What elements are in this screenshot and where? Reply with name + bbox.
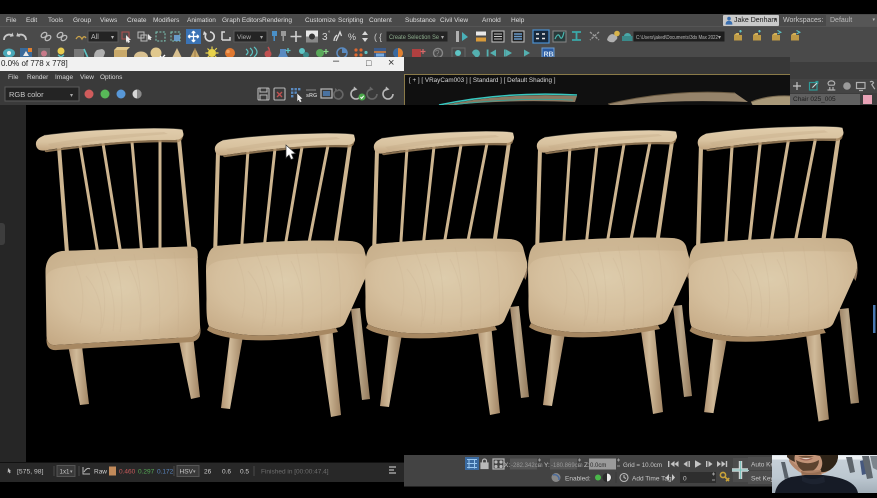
svg-text:Y:: Y: (544, 462, 550, 469)
svg-text:26: 26 (204, 469, 212, 476)
svg-text:-282.342cm: -282.342cm (511, 463, 543, 469)
svg-text:Add Time Tag: Add Time Tag (632, 476, 672, 483)
svg-text:▾: ▾ (260, 35, 263, 41)
svg-text:All: All (91, 34, 99, 41)
svg-text:{: { (379, 32, 382, 42)
svg-text:0: 0 (683, 476, 687, 483)
svg-text:Finished in [00:00:47.4]: Finished in [00:00:47.4] (261, 469, 329, 476)
svg-text:C:\Users\jaked\Documents\3ds M: C:\Users\jaked\Documents\3ds Max 2022 (636, 35, 718, 41)
svg-text:-180.869cm: -180.869cm (551, 463, 583, 469)
svg-text:▾: ▾ (111, 35, 114, 41)
svg-text:%: % (348, 32, 356, 42)
svg-text:▾: ▾ (441, 35, 444, 41)
svg-text:0.172: 0.172 (157, 469, 174, 476)
svg-text:Enabled:: Enabled: (565, 476, 591, 483)
svg-text:0.0cm: 0.0cm (590, 463, 606, 469)
svg-text:0.460: 0.460 (119, 469, 136, 476)
svg-text:sRG: sRG (306, 93, 317, 99)
svg-text:RGB color: RGB color (9, 90, 44, 99)
svg-text:Grid = 10.0cm: Grid = 10.0cm (623, 462, 662, 469)
svg-text:HSV: HSV (180, 469, 194, 476)
svg-text:°: ° (328, 31, 331, 37)
svg-text:(: ( (374, 32, 377, 42)
svg-text:0.297: 0.297 (138, 469, 155, 476)
svg-text:Set Key: Set Key (751, 476, 775, 483)
svg-text:Raw: Raw (94, 469, 107, 476)
svg-text:X:: X: (504, 462, 510, 469)
svg-text:0.6: 0.6 (222, 469, 231, 476)
svg-text:1x1: 1x1 (60, 469, 71, 476)
svg-text:Create Selection Se: Create Selection Se (389, 35, 440, 41)
svg-text:0.5: 0.5 (240, 469, 249, 476)
svg-text:[575, 98]: [575, 98] (17, 469, 44, 476)
svg-text:▾: ▾ (70, 93, 73, 99)
svg-text:View: View (237, 34, 251, 41)
svg-text:▾: ▾ (718, 35, 721, 41)
